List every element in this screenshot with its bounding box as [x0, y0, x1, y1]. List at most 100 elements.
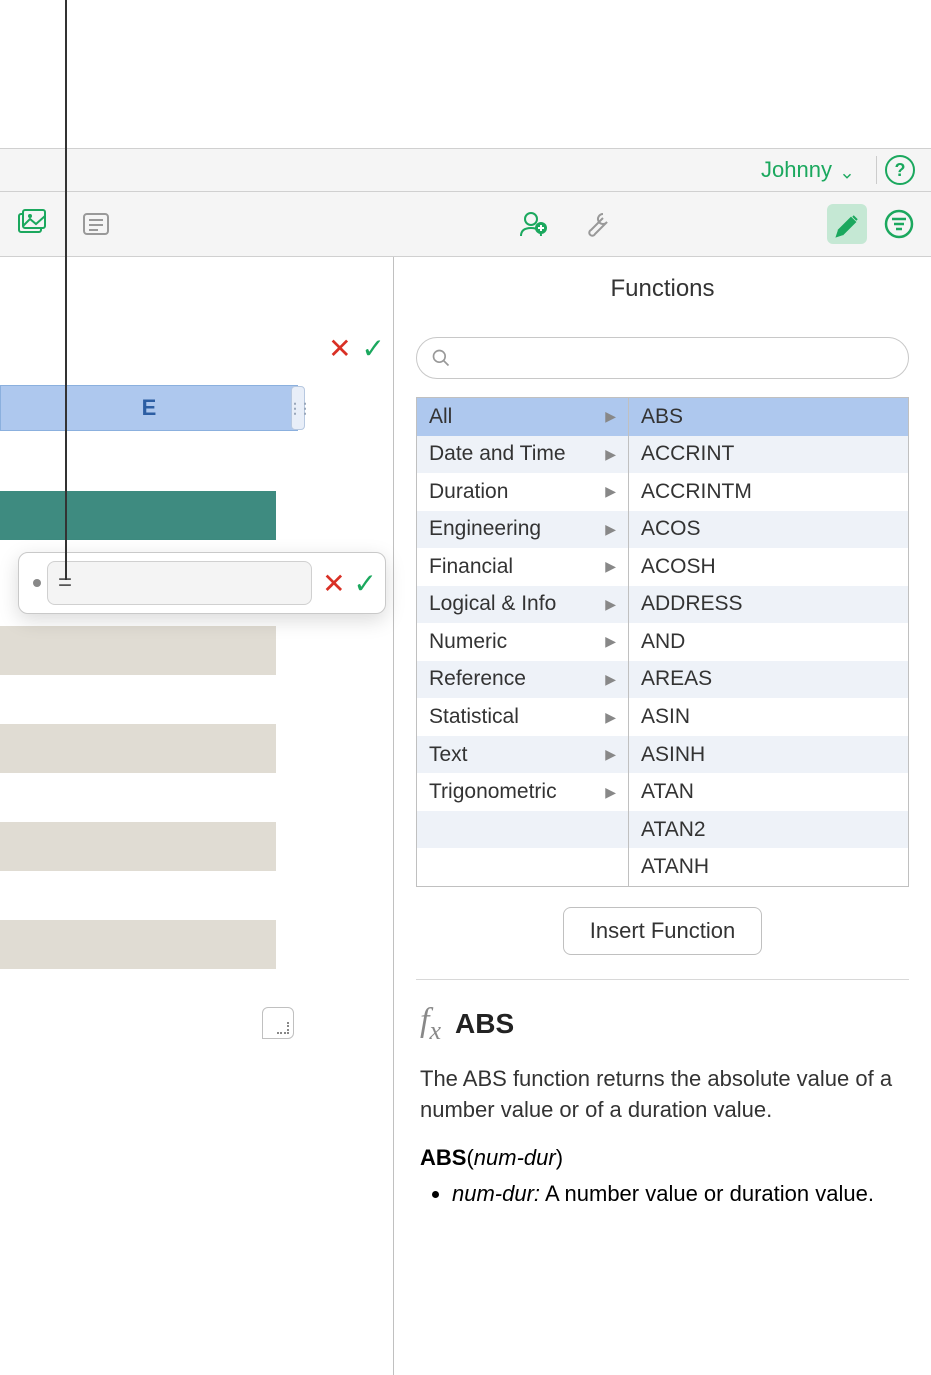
main-area: ✕ ✓ E = ✕ ✓	[0, 257, 931, 1375]
functions-column: ABS ACCRINT ACCRINTM ACOS ACOSH ADDRESS AND ARE…	[629, 398, 908, 886]
function-label: ABS	[641, 405, 683, 429]
category-item[interactable]: Duration ▶	[417, 473, 628, 511]
function-item[interactable]: ACOSH	[629, 548, 908, 586]
function-item[interactable]: ATANH	[629, 848, 908, 886]
category-label: All	[429, 405, 452, 429]
media-icon[interactable]	[12, 204, 52, 244]
chevron-right-icon: ▶	[605, 408, 616, 425]
accept-icon[interactable]: ✓	[362, 332, 385, 365]
category-item-empty	[417, 811, 628, 849]
help-description: The ABS function returns the absolute va…	[420, 1064, 905, 1126]
function-item[interactable]: ASINH	[629, 736, 908, 774]
category-item[interactable]: Financial ▶	[417, 548, 628, 586]
help-section: fx ABS The ABS function returns the abso…	[394, 980, 931, 1232]
function-item[interactable]: ASIN	[629, 698, 908, 736]
formula-handle-icon[interactable]	[33, 579, 41, 587]
cell-resize-handle[interactable]	[262, 1007, 294, 1039]
function-item[interactable]: ATAN	[629, 773, 908, 811]
chevron-right-icon: ▶	[605, 521, 616, 538]
format-brush-icon[interactable]	[827, 204, 867, 244]
function-item[interactable]: AREAS	[629, 661, 908, 699]
function-table: All▶Date and Time▶Duration▶Engineering▶F…	[416, 397, 909, 887]
user-menu[interactable]: Johnny	[761, 157, 854, 183]
function-label: ASIN	[641, 705, 690, 729]
functions-panel: Functions All▶Date and Time▶Duration▶Eng…	[394, 257, 931, 1375]
category-item[interactable]: Trigonometric ▶	[417, 773, 628, 811]
function-item[interactable]: ADDRESS	[629, 586, 908, 624]
category-label: Financial	[429, 555, 513, 579]
help-function-name: ABS	[455, 1008, 514, 1040]
category-item[interactable]: Statistical ▶	[417, 698, 628, 736]
insert-function-button[interactable]: Insert Function	[563, 907, 763, 955]
categories-column: All▶Date and Time▶Duration▶Engineering▶F…	[417, 398, 629, 886]
chevron-down-icon	[840, 163, 854, 177]
search-icon	[431, 348, 451, 368]
function-label: AREAS	[641, 667, 712, 691]
function-item[interactable]: ACCRINT	[629, 436, 908, 474]
chevron-right-icon: ▶	[605, 746, 616, 763]
category-label: Date and Time	[429, 442, 566, 466]
category-item[interactable]: Reference▶	[417, 661, 628, 699]
chevron-right-icon: ▶	[605, 446, 616, 463]
function-label: AND	[641, 630, 685, 654]
table-row	[0, 626, 276, 675]
category-item[interactable]: Engineering ▶	[417, 511, 628, 549]
search-box[interactable]	[416, 337, 909, 379]
column-label: E	[142, 395, 157, 421]
filter-icon[interactable]	[879, 204, 919, 244]
category-item[interactable]: Text ▶	[417, 736, 628, 774]
username-label: Johnny	[761, 157, 832, 183]
chevron-right-icon: ▶	[605, 709, 616, 726]
column-drag-handle[interactable]	[291, 386, 305, 430]
category-item[interactable]: All ▶	[417, 398, 628, 436]
formula-editor: = ✕ ✓	[18, 552, 386, 614]
column-header-e[interactable]: E	[0, 385, 298, 431]
tools-icon[interactable]	[577, 204, 617, 244]
table-row	[0, 871, 276, 920]
category-label: Logical & Info	[429, 592, 556, 616]
function-label: ATAN	[641, 780, 694, 804]
titlebar: Johnny ?	[0, 148, 931, 192]
category-label: Engineering	[429, 517, 541, 541]
table-row	[0, 773, 276, 822]
function-label: ACCRINT	[641, 442, 734, 466]
comment-icon[interactable]	[76, 204, 116, 244]
cancel-icon[interactable]: ✕	[328, 332, 351, 365]
function-label: ASINH	[641, 743, 705, 767]
table-row	[0, 724, 276, 773]
function-item[interactable]: ABS	[629, 398, 908, 436]
function-label: ACCRINTM	[641, 480, 752, 504]
function-label: ACOS	[641, 517, 701, 541]
table-row	[0, 675, 276, 724]
cancel-formula-icon[interactable]: ✕	[322, 567, 345, 600]
collaborate-icon[interactable]	[513, 204, 553, 244]
chevron-right-icon: ▶	[605, 784, 616, 801]
help-icon[interactable]: ?	[885, 155, 915, 185]
category-label: Trigonometric	[429, 780, 557, 804]
function-item[interactable]: ACCRINTM	[629, 473, 908, 511]
category-label: Duration	[429, 480, 508, 504]
chevron-right-icon: ▶	[605, 633, 616, 650]
category-label: Text	[429, 743, 468, 767]
fx-icon: fx	[420, 1002, 441, 1046]
category-item[interactable]: Date and Time ▶	[417, 436, 628, 474]
search-input[interactable]	[459, 348, 894, 369]
function-item[interactable]: AND	[629, 623, 908, 661]
table-row	[0, 491, 276, 540]
chevron-right-icon: ▶	[605, 483, 616, 500]
table-row	[0, 920, 276, 969]
function-label: ATAN2	[641, 818, 706, 842]
category-label: Numeric	[429, 630, 507, 654]
category-item[interactable]: Logical & Info▶	[417, 586, 628, 624]
category-label: Reference	[429, 667, 526, 691]
chevron-right-icon: ▶	[605, 558, 616, 575]
category-item[interactable]: Numeric ▶	[417, 623, 628, 661]
function-label: ACOSH	[641, 555, 716, 579]
category-label: Statistical	[429, 705, 519, 729]
function-item[interactable]: ATAN2	[629, 811, 908, 849]
formula-input[interactable]: =	[47, 561, 312, 605]
function-label: ATANH	[641, 855, 709, 879]
accept-formula-icon[interactable]: ✓	[354, 567, 377, 600]
callout-line	[65, 0, 67, 580]
function-item[interactable]: ACOS	[629, 511, 908, 549]
